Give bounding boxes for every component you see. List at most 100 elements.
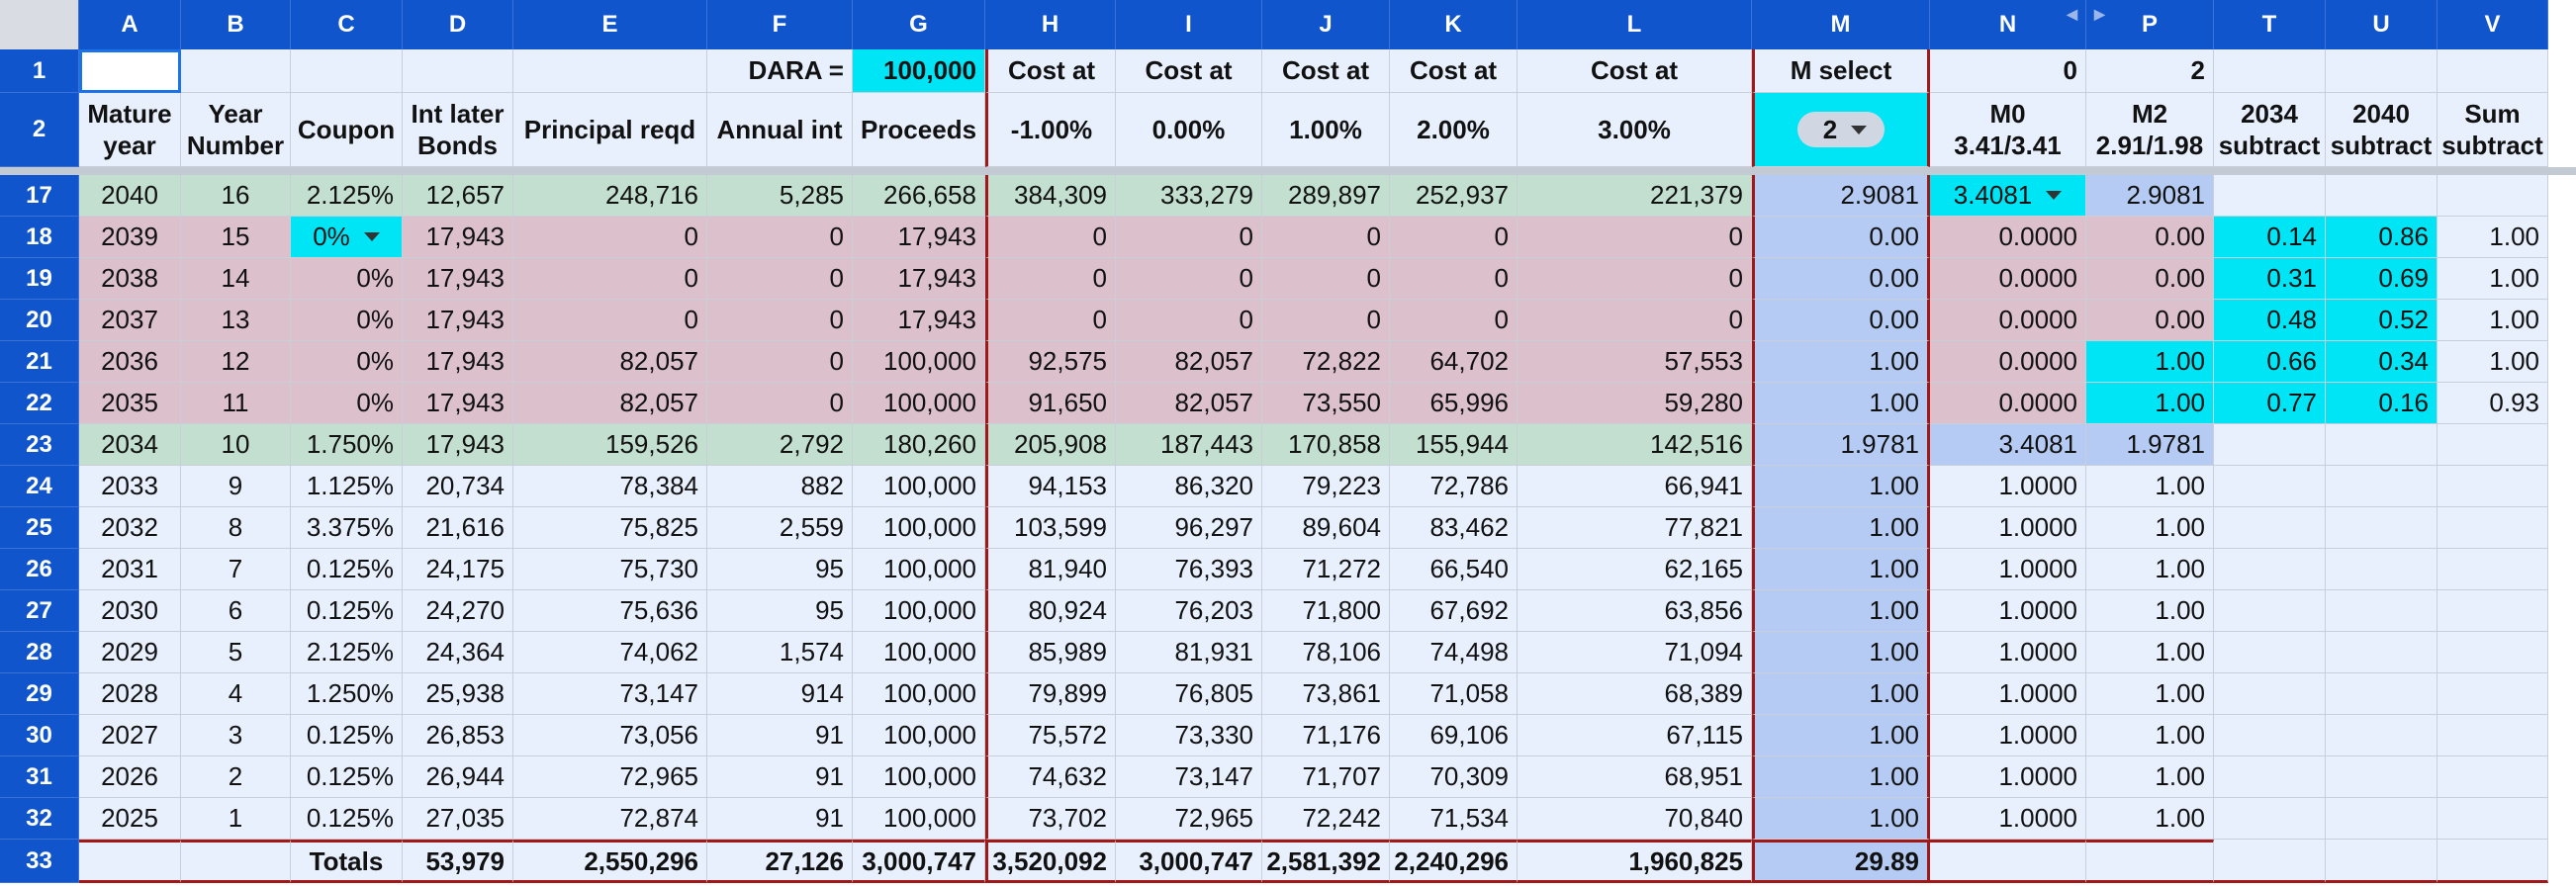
cell-j22[interactable]: 73,550: [1262, 383, 1390, 424]
cell-e25[interactable]: 75,825: [513, 507, 707, 549]
row-number[interactable]: 1: [0, 49, 79, 93]
column-header-n[interactable]: N ◀: [1930, 0, 2086, 49]
cell-k26[interactable]: 66,540: [1390, 549, 1518, 590]
cell-a27[interactable]: 2030: [79, 590, 181, 632]
row-number[interactable]: 23: [0, 424, 79, 466]
cell-i32[interactable]: 72,965: [1116, 798, 1262, 840]
cell-row1-col-k[interactable]: Cost at: [1390, 49, 1518, 93]
cell-u18[interactable]: 0.86: [2326, 217, 2438, 258]
cell-h32[interactable]: 73,702: [985, 798, 1116, 840]
totals-cell-c[interactable]: Totals: [291, 840, 403, 883]
cell-n31[interactable]: 1.0000: [1930, 756, 2086, 798]
cell-g31[interactable]: 100,000: [853, 756, 985, 798]
cell-j32[interactable]: 72,242: [1262, 798, 1390, 840]
cell-g27[interactable]: 100,000: [853, 590, 985, 632]
cell-v32[interactable]: [2438, 798, 2548, 840]
cell-t30[interactable]: [2214, 715, 2326, 756]
header-cell-d[interactable]: Int later Bonds: [403, 93, 513, 167]
cell-row1-col-n[interactable]: 0: [1930, 49, 2086, 93]
cell-p20[interactable]: 0.00: [2086, 300, 2214, 341]
cell-m27[interactable]: 1.00: [1752, 590, 1930, 632]
totals-cell-i[interactable]: 3,000,747: [1116, 840, 1262, 883]
cell-c19[interactable]: 0%: [291, 258, 403, 300]
cell-l31[interactable]: 68,951: [1518, 756, 1752, 798]
cell-i31[interactable]: 73,147: [1116, 756, 1262, 798]
cell-f25[interactable]: 2,559: [707, 507, 853, 549]
cell-m17[interactable]: 2.9081: [1752, 175, 1930, 217]
cell-p18[interactable]: 0.00: [2086, 217, 2214, 258]
cell-k20[interactable]: 0: [1390, 300, 1518, 341]
cell-row1-col-d[interactable]: [403, 49, 513, 93]
cell-c28[interactable]: 2.125%: [291, 632, 403, 673]
cell-c30[interactable]: 0.125%: [291, 715, 403, 756]
cell-k25[interactable]: 83,462: [1390, 507, 1518, 549]
column-header-g[interactable]: G: [853, 0, 985, 49]
cell-l21[interactable]: 57,553: [1518, 341, 1752, 383]
cell-h28[interactable]: 85,989: [985, 632, 1116, 673]
row-number[interactable]: 27: [0, 590, 79, 632]
cell-d31[interactable]: 26,944: [403, 756, 513, 798]
cell-a22[interactable]: 2035: [79, 383, 181, 424]
cell-l24[interactable]: 66,941: [1518, 466, 1752, 507]
cell-u25[interactable]: [2326, 507, 2438, 549]
cell-u20[interactable]: 0.52: [2326, 300, 2438, 341]
cell-u31[interactable]: [2326, 756, 2438, 798]
cell-n29[interactable]: 1.0000: [1930, 673, 2086, 715]
cell-m29[interactable]: 1.00: [1752, 673, 1930, 715]
cell-i30[interactable]: 73,330: [1116, 715, 1262, 756]
totals-cell-t[interactable]: [2214, 840, 2326, 883]
cell-b24[interactable]: 9: [181, 466, 291, 507]
cell-l17[interactable]: 221,379: [1518, 175, 1752, 217]
cell-t31[interactable]: [2214, 756, 2326, 798]
cell-t19[interactable]: 0.31: [2214, 258, 2326, 300]
cell-b22[interactable]: 11: [181, 383, 291, 424]
cell-v26[interactable]: [2438, 549, 2548, 590]
cell-m21[interactable]: 1.00: [1752, 341, 1930, 383]
cell-d27[interactable]: 24,270: [403, 590, 513, 632]
cell-u17[interactable]: [2326, 175, 2438, 217]
cell-p24[interactable]: 1.00: [2086, 466, 2214, 507]
cell-g29[interactable]: 100,000: [853, 673, 985, 715]
cell-j19[interactable]: 0: [1262, 258, 1390, 300]
dropdown-arrow-icon[interactable]: [363, 232, 380, 241]
cell-t32[interactable]: [2214, 798, 2326, 840]
cell-k17[interactable]: 252,937: [1390, 175, 1518, 217]
cell-g20[interactable]: 17,943: [853, 300, 985, 341]
cell-m19[interactable]: 0.00: [1752, 258, 1930, 300]
cell-u22[interactable]: 0.16: [2326, 383, 2438, 424]
cell-a25[interactable]: 2032: [79, 507, 181, 549]
cell-e32[interactable]: 72,874: [513, 798, 707, 840]
cell-d26[interactable]: 24,175: [403, 549, 513, 590]
cell-c24[interactable]: 1.125%: [291, 466, 403, 507]
cell-h21[interactable]: 92,575: [985, 341, 1116, 383]
cell-t24[interactable]: [2214, 466, 2326, 507]
cell-h25[interactable]: 103,599: [985, 507, 1116, 549]
row-number[interactable]: 21: [0, 341, 79, 383]
cell-u29[interactable]: [2326, 673, 2438, 715]
cell-j30[interactable]: 71,176: [1262, 715, 1390, 756]
cell-m31[interactable]: 1.00: [1752, 756, 1930, 798]
cell-h27[interactable]: 80,924: [985, 590, 1116, 632]
cell-t28[interactable]: [2214, 632, 2326, 673]
cell-l19[interactable]: 0: [1518, 258, 1752, 300]
cell-f27[interactable]: 95: [707, 590, 853, 632]
header-cell-i[interactable]: 0.00%: [1116, 93, 1262, 167]
cell-d17[interactable]: 12,657: [403, 175, 513, 217]
header-cell-h[interactable]: -1.00%: [985, 93, 1116, 167]
cell-h22[interactable]: 91,650: [985, 383, 1116, 424]
column-header-j[interactable]: J: [1262, 0, 1390, 49]
cell-k30[interactable]: 69,106: [1390, 715, 1518, 756]
row-number[interactable]: 2: [0, 93, 79, 167]
cell-l20[interactable]: 0: [1518, 300, 1752, 341]
cell-b32[interactable]: 1: [181, 798, 291, 840]
cell-g30[interactable]: 100,000: [853, 715, 985, 756]
cell-row1-col-i[interactable]: Cost at: [1116, 49, 1262, 93]
cell-m20[interactable]: 0.00: [1752, 300, 1930, 341]
cell-h17[interactable]: 384,309: [985, 175, 1116, 217]
cell-i24[interactable]: 86,320: [1116, 466, 1262, 507]
cell-f28[interactable]: 1,574: [707, 632, 853, 673]
column-header-b[interactable]: B: [181, 0, 291, 49]
cell-b18[interactable]: 15: [181, 217, 291, 258]
cell-p25[interactable]: 1.00: [2086, 507, 2214, 549]
row-number[interactable]: 26: [0, 549, 79, 590]
